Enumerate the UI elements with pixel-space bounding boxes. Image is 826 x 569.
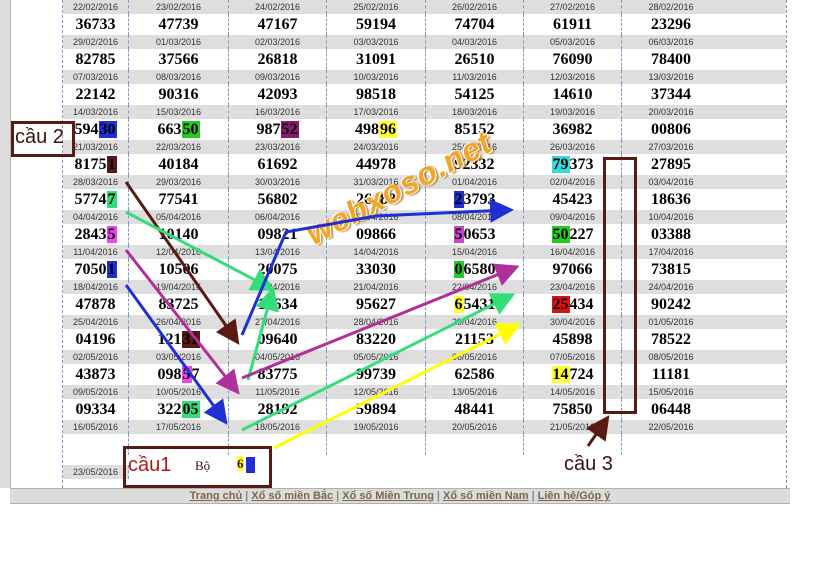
arrow-yellow: [273, 323, 522, 450]
bo-label: Bộ: [195, 458, 211, 473]
spreadsheet-view: 22/02/2016 23/02/2016 24/02/2016 25/02/2016…: [0, 0, 826, 569]
arrow-blue-down: [124, 284, 228, 425]
cau3-box: [603, 157, 637, 414]
arrow-cau3: [585, 415, 610, 447]
cau2-label: cầu 2: [15, 126, 64, 148]
arrow-magenta-down: [124, 249, 240, 395]
cau1-label: cầu1: [128, 454, 172, 476]
bo-digit: 6: [237, 456, 255, 474]
cau3-label: cầu 3: [564, 453, 613, 475]
